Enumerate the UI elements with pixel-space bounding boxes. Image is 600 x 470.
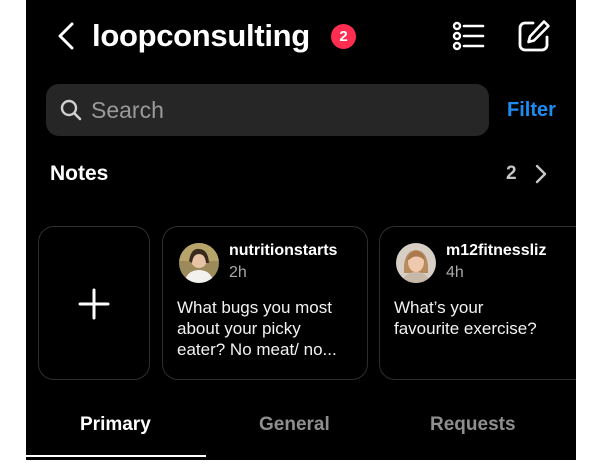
messages-screen: loopconsulting 2 Filter Notes 2 xyxy=(26,0,576,460)
note-time: 4h xyxy=(446,264,464,281)
plus-icon xyxy=(78,288,110,320)
tab-requests[interactable]: Requests xyxy=(430,412,516,438)
search-input[interactable] xyxy=(91,96,451,124)
search-bar[interactable] xyxy=(46,84,489,136)
account-title[interactable]: loopconsulting xyxy=(92,16,310,56)
notes-heading: Notes xyxy=(50,162,109,185)
avatar xyxy=(396,243,436,283)
note-username: nutritionstarts xyxy=(229,242,338,259)
avatar xyxy=(179,243,219,283)
note-card[interactable]: m12fitnessliz 4h What’s your favourite e… xyxy=(379,226,576,380)
search-icon xyxy=(60,99,82,121)
chevron-left-icon[interactable] xyxy=(54,20,78,52)
active-tab-indicator xyxy=(26,455,206,457)
compose-icon[interactable] xyxy=(516,18,552,54)
note-time: 2h xyxy=(229,264,247,281)
note-username: m12fitnessliz xyxy=(446,242,547,259)
list-icon[interactable] xyxy=(450,18,486,54)
add-note-card[interactable] xyxy=(38,226,150,380)
note-card[interactable]: nutritionstarts 2h What bugs you most ab… xyxy=(162,226,368,380)
filter-button[interactable]: Filter xyxy=(507,97,556,123)
header: loopconsulting 2 xyxy=(26,0,576,72)
chevron-right-icon[interactable] xyxy=(533,162,549,186)
notification-badge: 2 xyxy=(331,24,356,49)
note-text: What’s your favourite exercise? xyxy=(394,298,537,338)
tab-general[interactable]: General xyxy=(259,412,330,438)
notes-count[interactable]: 2 xyxy=(506,162,517,186)
note-text: What bugs you most about your picky eate… xyxy=(177,298,337,359)
tab-primary[interactable]: Primary xyxy=(80,412,151,438)
